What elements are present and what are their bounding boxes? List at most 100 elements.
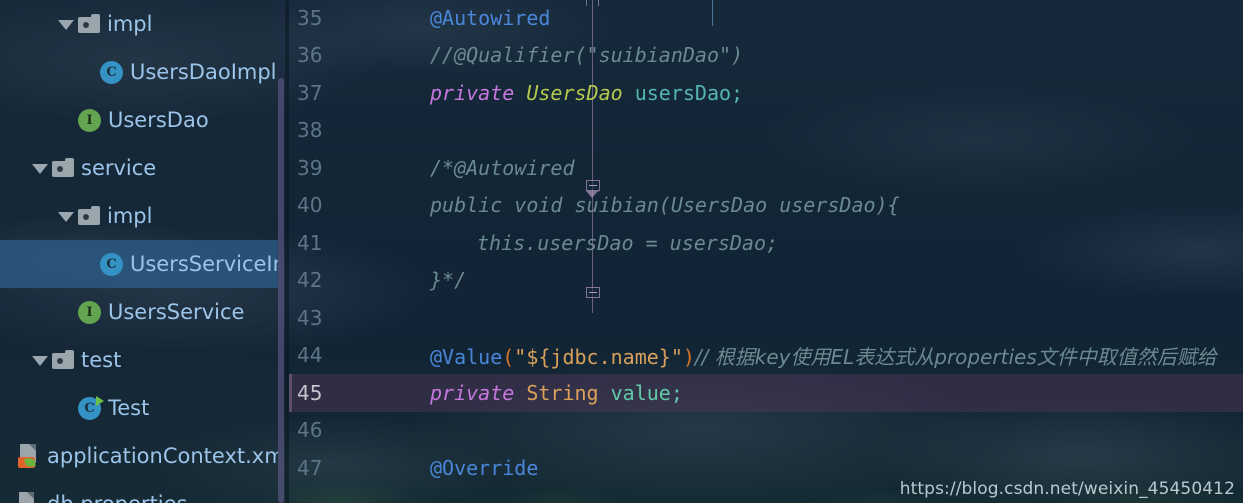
line-number-43: 43 [297, 305, 323, 330]
fold-column-44 [341, 337, 367, 375]
tree-item-test[interactable]: test [0, 336, 278, 384]
code-token-block-comment-open: /*@Autowired [430, 155, 575, 180]
code-line-41[interactable]: 41 this.usersDao = usersDao; [289, 224, 1243, 262]
tree-item-usersserviceimpl[interactable]: C UsersServiceImpl [0, 240, 278, 288]
properties-icon [18, 492, 40, 503]
code-token-string-type: String [526, 380, 599, 405]
folder-icon [78, 205, 100, 225]
fold-column-46 [341, 412, 367, 450]
project-pane-scrollbar[interactable] [277, 0, 285, 503]
code-token-private-keyword: private [430, 80, 515, 105]
tree-item-usersdaoimpl[interactable]: C UsersDaoImpl [0, 48, 278, 96]
tree-item-label: impl [107, 204, 153, 228]
tree-item-label: Test [108, 396, 150, 420]
ide-window: impl C UsersDaoImpl I UsersDao service impl C Us… [0, 0, 1243, 503]
code-line-46[interactable]: 46 [289, 412, 1243, 450]
fold-column-38 [341, 112, 367, 150]
interface-icon: I [78, 108, 101, 132]
code-token-usersdao-field: usersDao [634, 80, 732, 105]
line-number-36: 36 [297, 43, 323, 68]
tree-item-label: UsersDao [108, 108, 209, 132]
folder-icon [78, 13, 100, 33]
tree-item-label: db.properties [47, 492, 188, 503]
line-number-41: 41 [297, 230, 323, 255]
code-line-40[interactable]: 40 public void suibian(UsersDao usersDao… [289, 187, 1243, 225]
tree-item-usersdao[interactable]: I UsersDao [0, 96, 278, 144]
interface-icon: I [78, 300, 101, 324]
line-number-44: 44 [297, 343, 323, 368]
code-token-semicolon-37: ; [731, 80, 744, 105]
fold-column-42 [341, 262, 367, 300]
code-token-autowired-annotation: @Autowired [430, 5, 551, 30]
code-token-override-annotation: @Override [430, 455, 539, 480]
test-class-icon: C [78, 395, 104, 420]
tree-item-label: UsersDaoImpl [130, 60, 277, 84]
code-token-open-paren-44: ( [502, 344, 515, 369]
code-line-44[interactable]: 44 @Value("${jdbc.name}")// 根据key使用EL表达式… [289, 337, 1243, 375]
tree-item-service[interactable]: service [0, 144, 278, 192]
tree-item-label: UsersServiceImpl [130, 252, 278, 276]
fold-column-47 [341, 449, 367, 487]
folder-icon [52, 349, 74, 369]
tree-expand-arrow-icon[interactable] [30, 351, 48, 369]
tree-item-label: service [81, 156, 157, 180]
code-token-private-keyword-45: private [430, 380, 515, 405]
code-token-method-name-typo: suibian [574, 193, 659, 218]
code-token-qualifier-comment-pre: //@Qualifier(" [430, 43, 599, 68]
tree-item-impl[interactable]: impl [0, 0, 278, 48]
fold-column-37 [341, 74, 367, 112]
tree-expand-arrow-icon[interactable] [30, 159, 48, 177]
line-number-47: 47 [297, 455, 323, 480]
code-line-39[interactable]: 39 /*@Autowired [289, 149, 1243, 187]
csdn-watermark: https://blog.csdn.net/weixin_45450412 [899, 479, 1235, 499]
tree-item-label: impl [107, 12, 153, 36]
tree-item-label: UsersService [108, 300, 245, 324]
code-line-38[interactable]: 38 [289, 112, 1243, 150]
code-token-qualifier-typo: suibianDao [598, 43, 719, 68]
tree-item-test[interactable]: C Test [0, 384, 278, 432]
tree-item-db-properties[interactable]: db.properties [0, 480, 278, 503]
code-token-chinese-comment: // 根据key使用EL表达式从properties文件中取值然后赋给 [694, 344, 1217, 369]
line-number-39: 39 [297, 155, 323, 180]
folder-icon [52, 157, 74, 177]
class-icon: C [100, 252, 123, 276]
line-number-46: 46 [297, 418, 323, 443]
code-space-2 [623, 81, 635, 105]
line-number-40: 40 [297, 193, 323, 218]
code-line-45[interactable]: 45 private String value; [289, 374, 1243, 412]
code-token-close-paren-44: ) [682, 344, 695, 369]
tree-item-usersservice[interactable]: I UsersService [0, 288, 278, 336]
code-line-37[interactable]: 37 private UsersDao usersDao; [289, 74, 1243, 112]
code-token-semicolon-45: ; [670, 380, 683, 405]
code-space-45b [599, 381, 611, 405]
project-pane-scrollbar-thumb[interactable] [278, 78, 284, 503]
project-tool-window[interactable]: impl C UsersDaoImpl I UsersDao service impl C Us… [0, 0, 278, 503]
fold-column-36 [341, 37, 367, 75]
line-number-45: 45 [297, 380, 323, 405]
code-line-42[interactable]: 42 }*/ [289, 262, 1243, 300]
tree-item-label: applicationContext.xml [47, 444, 278, 468]
line-number-42: 42 [297, 268, 323, 293]
tree-item-applicationcontext-xml[interactable]: applicationContext.xml [0, 432, 278, 480]
code-token-method-sig-pre: public void [430, 193, 575, 218]
code-token-method-sig-post: (UsersDao usersDao){ [658, 193, 900, 218]
code-token-qualifier-comment-post: ") [719, 43, 744, 68]
code-token-assignment: this.usersDao = usersDao; [477, 230, 779, 255]
tree-item-label: test [81, 348, 122, 372]
code-line-36[interactable]: 36 //@Qualifier("suibianDao") [289, 37, 1243, 75]
fold-column-45 [341, 374, 367, 412]
code-token-value-field: value [610, 380, 671, 405]
class-icon: C [100, 60, 123, 84]
fold-column-40 [341, 187, 367, 225]
spring-xml-icon [18, 444, 40, 468]
tree-item-impl[interactable]: impl [0, 192, 278, 240]
code-token-value-annotation: @Value [430, 344, 503, 369]
fold-column-43 [341, 299, 367, 337]
tree-expand-arrow-icon[interactable] [56, 207, 74, 225]
code-line-35[interactable]: 35 @Autowired [289, 0, 1243, 37]
code-editor[interactable]: 34 */ 35 @Autowired 36 //@Qualifier("sui… [289, 0, 1243, 503]
code-line-43[interactable]: 43 [289, 299, 1243, 337]
fold-column-35 [341, 0, 367, 37]
tree-expand-arrow-icon[interactable] [56, 15, 74, 33]
